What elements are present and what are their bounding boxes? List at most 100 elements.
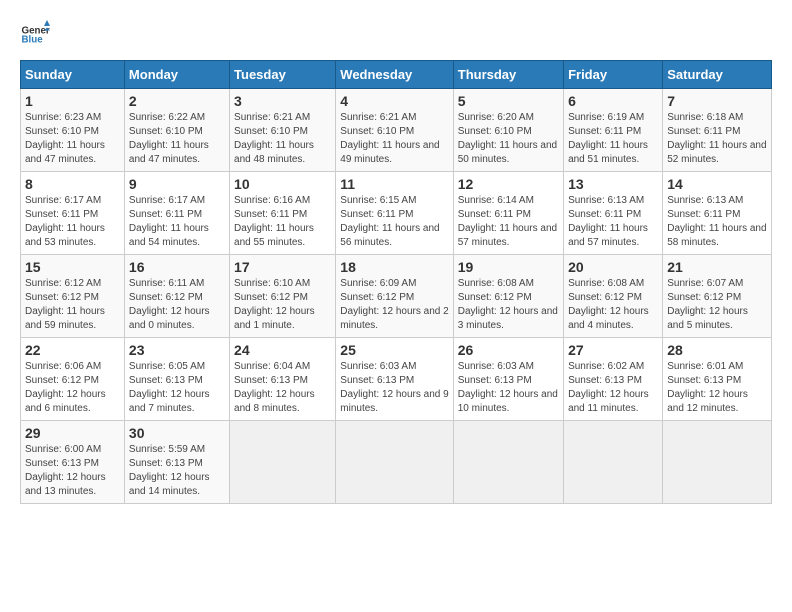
day-info: Sunrise: 6:14 AM Sunset: 6:11 PM Dayligh… xyxy=(458,194,559,250)
calendar-cell: 9 Sunrise: 6:17 AM Sunset: 6:11 PM Dayli… xyxy=(124,172,229,255)
day-number: 21 xyxy=(667,259,767,275)
calendar-cell: 16 Sunrise: 6:11 AM Sunset: 6:12 PM Dayl… xyxy=(124,255,229,338)
calendar-week-row: 22 Sunrise: 6:06 AM Sunset: 6:12 PM Dayl… xyxy=(21,338,772,421)
day-number: 13 xyxy=(568,176,658,192)
calendar-cell: 5 Sunrise: 6:20 AM Sunset: 6:10 PM Dayli… xyxy=(453,89,563,172)
day-info: Sunrise: 5:59 AM Sunset: 6:13 PM Dayligh… xyxy=(129,443,225,499)
calendar-week-row: 8 Sunrise: 6:17 AM Sunset: 6:11 PM Dayli… xyxy=(21,172,772,255)
day-number: 1 xyxy=(25,93,120,109)
day-number: 19 xyxy=(458,259,559,275)
day-info: Sunrise: 6:03 AM Sunset: 6:13 PM Dayligh… xyxy=(340,360,448,416)
day-number: 14 xyxy=(667,176,767,192)
calendar-cell: 4 Sunrise: 6:21 AM Sunset: 6:10 PM Dayli… xyxy=(336,89,453,172)
calendar-cell: 1 Sunrise: 6:23 AM Sunset: 6:10 PM Dayli… xyxy=(21,89,125,172)
calendar-cell: 20 Sunrise: 6:08 AM Sunset: 6:12 PM Dayl… xyxy=(564,255,663,338)
calendar-cell: 14 Sunrise: 6:13 AM Sunset: 6:11 PM Dayl… xyxy=(663,172,772,255)
day-info: Sunrise: 6:08 AM Sunset: 6:12 PM Dayligh… xyxy=(458,277,559,333)
day-number: 9 xyxy=(129,176,225,192)
day-number: 7 xyxy=(667,93,767,109)
logo: General Blue xyxy=(20,20,50,50)
day-info: Sunrise: 6:06 AM Sunset: 6:12 PM Dayligh… xyxy=(25,360,120,416)
calendar-cell: 22 Sunrise: 6:06 AM Sunset: 6:12 PM Dayl… xyxy=(21,338,125,421)
calendar-cell: 10 Sunrise: 6:16 AM Sunset: 6:11 PM Dayl… xyxy=(230,172,336,255)
calendar-week-row: 29 Sunrise: 6:00 AM Sunset: 6:13 PM Dayl… xyxy=(21,421,772,504)
day-number: 23 xyxy=(129,342,225,358)
weekday-header-thursday: Thursday xyxy=(453,61,563,89)
day-number: 10 xyxy=(234,176,331,192)
weekday-header-saturday: Saturday xyxy=(663,61,772,89)
day-info: Sunrise: 6:07 AM Sunset: 6:12 PM Dayligh… xyxy=(667,277,767,333)
day-number: 28 xyxy=(667,342,767,358)
day-number: 29 xyxy=(25,425,120,441)
calendar-cell: 12 Sunrise: 6:14 AM Sunset: 6:11 PM Dayl… xyxy=(453,172,563,255)
day-info: Sunrise: 6:04 AM Sunset: 6:13 PM Dayligh… xyxy=(234,360,331,416)
calendar-cell xyxy=(564,421,663,504)
calendar-cell: 18 Sunrise: 6:09 AM Sunset: 6:12 PM Dayl… xyxy=(336,255,453,338)
calendar-cell: 2 Sunrise: 6:22 AM Sunset: 6:10 PM Dayli… xyxy=(124,89,229,172)
calendar-cell: 17 Sunrise: 6:10 AM Sunset: 6:12 PM Dayl… xyxy=(230,255,336,338)
day-number: 24 xyxy=(234,342,331,358)
day-number: 2 xyxy=(129,93,225,109)
day-info: Sunrise: 6:09 AM Sunset: 6:12 PM Dayligh… xyxy=(340,277,448,333)
calendar-cell: 27 Sunrise: 6:02 AM Sunset: 6:13 PM Dayl… xyxy=(564,338,663,421)
weekday-header-wednesday: Wednesday xyxy=(336,61,453,89)
day-number: 15 xyxy=(25,259,120,275)
day-number: 22 xyxy=(25,342,120,358)
day-info: Sunrise: 6:13 AM Sunset: 6:11 PM Dayligh… xyxy=(667,194,767,250)
calendar-cell xyxy=(663,421,772,504)
day-info: Sunrise: 6:20 AM Sunset: 6:10 PM Dayligh… xyxy=(458,111,559,167)
day-info: Sunrise: 6:13 AM Sunset: 6:11 PM Dayligh… xyxy=(568,194,658,250)
calendar-cell: 29 Sunrise: 6:00 AM Sunset: 6:13 PM Dayl… xyxy=(21,421,125,504)
weekday-header-row: SundayMondayTuesdayWednesdayThursdayFrid… xyxy=(21,61,772,89)
logo-icon: General Blue xyxy=(20,20,50,50)
day-info: Sunrise: 6:15 AM Sunset: 6:11 PM Dayligh… xyxy=(340,194,448,250)
calendar-cell: 26 Sunrise: 6:03 AM Sunset: 6:13 PM Dayl… xyxy=(453,338,563,421)
calendar-week-row: 15 Sunrise: 6:12 AM Sunset: 6:12 PM Dayl… xyxy=(21,255,772,338)
day-number: 17 xyxy=(234,259,331,275)
calendar-table: SundayMondayTuesdayWednesdayThursdayFrid… xyxy=(20,60,772,504)
calendar-cell: 30 Sunrise: 5:59 AM Sunset: 6:13 PM Dayl… xyxy=(124,421,229,504)
day-info: Sunrise: 6:03 AM Sunset: 6:13 PM Dayligh… xyxy=(458,360,559,416)
calendar-cell xyxy=(230,421,336,504)
svg-text:Blue: Blue xyxy=(22,35,44,46)
day-number: 27 xyxy=(568,342,658,358)
day-info: Sunrise: 6:23 AM Sunset: 6:10 PM Dayligh… xyxy=(25,111,120,167)
page-header: General Blue xyxy=(20,20,772,50)
day-info: Sunrise: 6:17 AM Sunset: 6:11 PM Dayligh… xyxy=(129,194,225,250)
calendar-cell: 8 Sunrise: 6:17 AM Sunset: 6:11 PM Dayli… xyxy=(21,172,125,255)
calendar-cell: 24 Sunrise: 6:04 AM Sunset: 6:13 PM Dayl… xyxy=(230,338,336,421)
calendar-cell: 19 Sunrise: 6:08 AM Sunset: 6:12 PM Dayl… xyxy=(453,255,563,338)
calendar-cell xyxy=(336,421,453,504)
weekday-header-friday: Friday xyxy=(564,61,663,89)
calendar-cell: 7 Sunrise: 6:18 AM Sunset: 6:11 PM Dayli… xyxy=(663,89,772,172)
day-info: Sunrise: 6:19 AM Sunset: 6:11 PM Dayligh… xyxy=(568,111,658,167)
day-number: 12 xyxy=(458,176,559,192)
day-number: 20 xyxy=(568,259,658,275)
day-number: 16 xyxy=(129,259,225,275)
day-info: Sunrise: 6:17 AM Sunset: 6:11 PM Dayligh… xyxy=(25,194,120,250)
day-info: Sunrise: 6:12 AM Sunset: 6:12 PM Dayligh… xyxy=(25,277,120,333)
calendar-cell: 11 Sunrise: 6:15 AM Sunset: 6:11 PM Dayl… xyxy=(336,172,453,255)
day-info: Sunrise: 6:18 AM Sunset: 6:11 PM Dayligh… xyxy=(667,111,767,167)
day-info: Sunrise: 6:08 AM Sunset: 6:12 PM Dayligh… xyxy=(568,277,658,333)
day-info: Sunrise: 6:02 AM Sunset: 6:13 PM Dayligh… xyxy=(568,360,658,416)
day-number: 30 xyxy=(129,425,225,441)
calendar-cell: 6 Sunrise: 6:19 AM Sunset: 6:11 PM Dayli… xyxy=(564,89,663,172)
calendar-cell: 25 Sunrise: 6:03 AM Sunset: 6:13 PM Dayl… xyxy=(336,338,453,421)
day-info: Sunrise: 6:21 AM Sunset: 6:10 PM Dayligh… xyxy=(340,111,448,167)
day-info: Sunrise: 6:22 AM Sunset: 6:10 PM Dayligh… xyxy=(129,111,225,167)
day-number: 4 xyxy=(340,93,448,109)
calendar-cell: 15 Sunrise: 6:12 AM Sunset: 6:12 PM Dayl… xyxy=(21,255,125,338)
calendar-cell: 13 Sunrise: 6:13 AM Sunset: 6:11 PM Dayl… xyxy=(564,172,663,255)
day-number: 26 xyxy=(458,342,559,358)
calendar-cell: 28 Sunrise: 6:01 AM Sunset: 6:13 PM Dayl… xyxy=(663,338,772,421)
weekday-header-tuesday: Tuesday xyxy=(230,61,336,89)
weekday-header-monday: Monday xyxy=(124,61,229,89)
weekday-header-sunday: Sunday xyxy=(21,61,125,89)
day-info: Sunrise: 6:21 AM Sunset: 6:10 PM Dayligh… xyxy=(234,111,331,167)
day-number: 6 xyxy=(568,93,658,109)
day-number: 11 xyxy=(340,176,448,192)
day-info: Sunrise: 6:10 AM Sunset: 6:12 PM Dayligh… xyxy=(234,277,331,333)
day-info: Sunrise: 6:11 AM Sunset: 6:12 PM Dayligh… xyxy=(129,277,225,333)
calendar-cell xyxy=(453,421,563,504)
